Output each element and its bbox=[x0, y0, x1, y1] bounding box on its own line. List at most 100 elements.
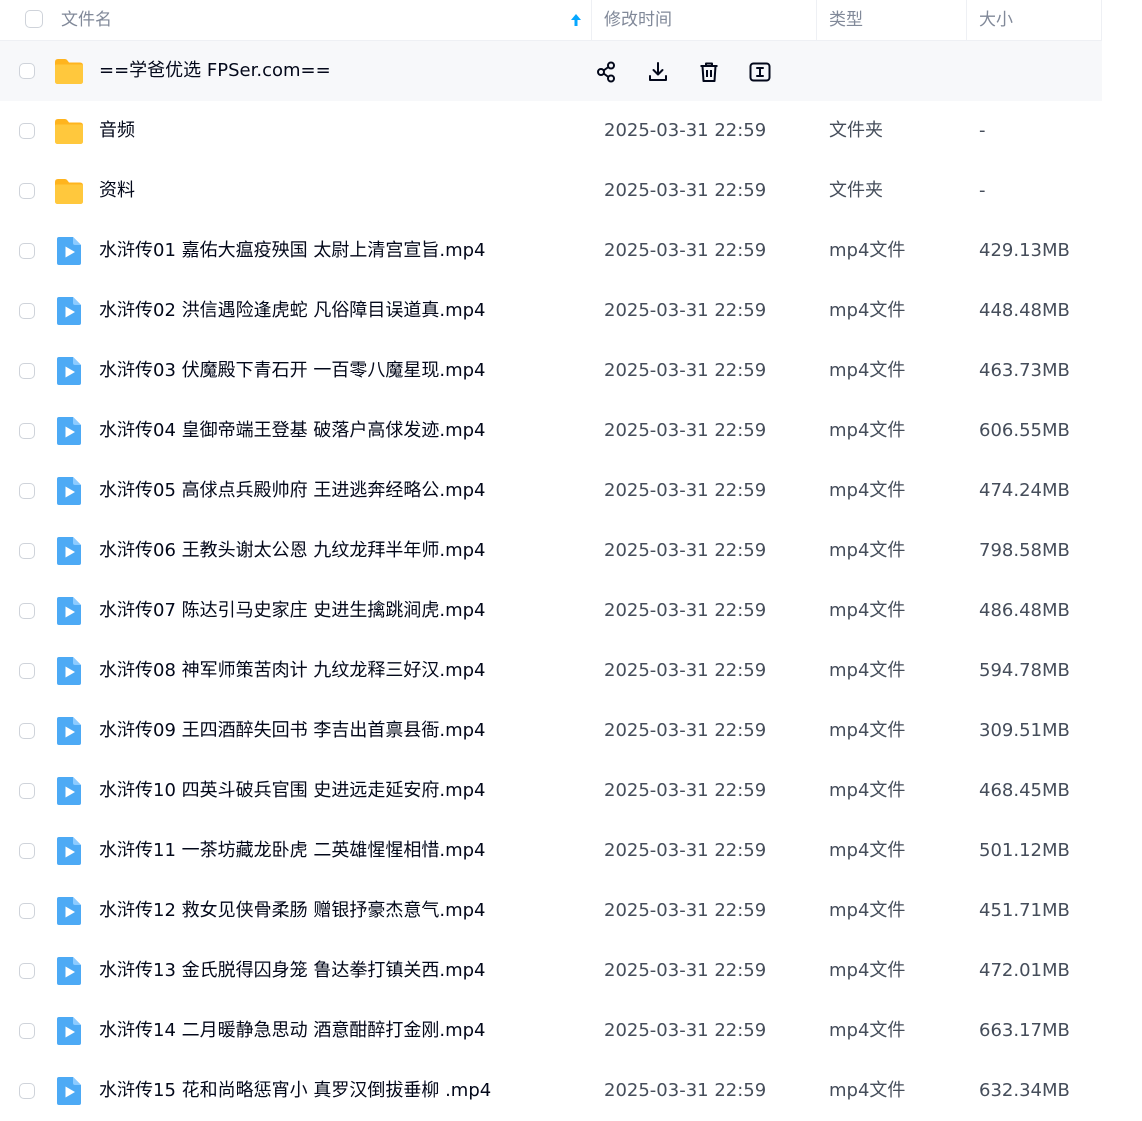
row-checkbox[interactable] bbox=[19, 183, 35, 199]
table-row[interactable]: 水浒传11 一茶坊藏龙卧虎 二英雄惺惺相惜.mp4 2025-03-31 22:5… bbox=[0, 821, 1102, 881]
modified-time: 2025-03-31 22:59 bbox=[604, 180, 767, 201]
table-row[interactable]: 水浒传10 四英斗破兵官围 史进远走延安府.mp4 2025-03-31 22:5… bbox=[0, 761, 1102, 821]
file-name[interactable]: 音频 bbox=[99, 101, 135, 161]
table-row[interactable]: 水浒传15 花和尚略惩宵小 真罗汉倒拔垂柳 .mp4 2025-03-31 22:… bbox=[0, 1061, 1102, 1121]
table-row[interactable]: 水浒传02 洪信遇险逢虎蛇 凡俗障目误道真.mp4 2025-03-31 22:5… bbox=[0, 281, 1102, 341]
file-name[interactable]: 水浒传15 花和尚略惩宵小 真罗汉倒拔垂柳 .mp4 bbox=[99, 1061, 491, 1121]
video-file-icon bbox=[53, 955, 85, 987]
column-header-modified[interactable]: 修改时间 bbox=[604, 0, 672, 40]
table-row[interactable]: 资料 2025-03-31 22:59 文件夹 - bbox=[0, 161, 1102, 221]
file-size: 663.17MB bbox=[979, 1020, 1070, 1041]
file-size: 474.24MB bbox=[979, 480, 1070, 501]
file-name[interactable]: 水浒传12 救女见侠骨柔肠 赠银抒豪杰意气.mp4 bbox=[99, 881, 485, 941]
table-header: 文件名 修改时间 类型 大小 bbox=[0, 0, 1102, 41]
table-row[interactable]: 水浒传12 救女见侠骨柔肠 赠银抒豪杰意气.mp4 2025-03-31 22:5… bbox=[0, 881, 1102, 941]
row-checkbox[interactable] bbox=[19, 903, 35, 919]
modified-time: 2025-03-31 22:59 bbox=[604, 1020, 767, 1041]
column-header-name[interactable]: 文件名 bbox=[61, 0, 112, 40]
file-name[interactable]: 水浒传07 陈达引马史家庄 史进生擒跳涧虎.mp4 bbox=[99, 581, 485, 641]
file-name[interactable]: 水浒传02 洪信遇险逢虎蛇 凡俗障目误道真.mp4 bbox=[99, 281, 485, 341]
row-checkbox[interactable] bbox=[19, 303, 35, 319]
row-checkbox[interactable] bbox=[19, 123, 35, 139]
row-checkbox[interactable] bbox=[19, 63, 35, 79]
file-size: 463.73MB bbox=[979, 360, 1070, 381]
file-type: mp4文件 bbox=[829, 900, 906, 921]
row-checkbox[interactable] bbox=[19, 1083, 35, 1099]
file-name[interactable]: 资料 bbox=[99, 161, 135, 221]
column-divider[interactable] bbox=[816, 0, 817, 40]
row-checkbox[interactable] bbox=[19, 543, 35, 559]
share-icon[interactable] bbox=[594, 59, 620, 85]
column-divider[interactable] bbox=[591, 0, 592, 40]
file-type: mp4文件 bbox=[829, 780, 906, 801]
file-type: 文件夹 bbox=[829, 120, 883, 141]
download-icon[interactable] bbox=[645, 59, 671, 85]
table-row[interactable]: ==学爸优选 FPSer.com== bbox=[0, 41, 1102, 101]
select-all-checkbox[interactable] bbox=[25, 10, 43, 28]
row-checkbox[interactable] bbox=[19, 963, 35, 979]
row-checkbox[interactable] bbox=[19, 603, 35, 619]
file-size: 468.45MB bbox=[979, 780, 1070, 801]
file-type: mp4文件 bbox=[829, 540, 906, 561]
column-header-type[interactable]: 类型 bbox=[829, 0, 863, 40]
file-type: mp4文件 bbox=[829, 660, 906, 681]
table-row[interactable]: 水浒传06 王教头谢太公恩 九纹龙拜半年师.mp4 2025-03-31 22:5… bbox=[0, 521, 1102, 581]
folder-icon bbox=[53, 115, 85, 147]
table-row[interactable]: 水浒传13 金氏脱得囚身笼 鲁达拳打镇关西.mp4 2025-03-31 22:5… bbox=[0, 941, 1102, 1001]
file-name[interactable]: 水浒传13 金氏脱得囚身笼 鲁达拳打镇关西.mp4 bbox=[99, 941, 485, 1001]
row-checkbox[interactable] bbox=[19, 723, 35, 739]
file-name[interactable]: 水浒传01 嘉佑大瘟疫殃国 太尉上清宫宣旨.mp4 bbox=[99, 221, 485, 281]
column-header-size[interactable]: 大小 bbox=[979, 0, 1013, 40]
table-row[interactable]: 水浒传03 伏魔殿下青石开 一百零八魔星现.mp4 2025-03-31 22:5… bbox=[0, 341, 1102, 401]
row-checkbox[interactable] bbox=[19, 783, 35, 799]
table-row[interactable]: 水浒传14 二月暖静急思动 酒意酣醉打金刚.mp4 2025-03-31 22:5… bbox=[0, 1001, 1102, 1061]
row-checkbox[interactable] bbox=[19, 243, 35, 259]
file-type: 文件夹 bbox=[829, 180, 883, 201]
rename-icon[interactable] bbox=[747, 59, 773, 85]
file-name[interactable]: 水浒传05 高俅点兵殿帅府 王进逃奔经略公.mp4 bbox=[99, 461, 485, 521]
modified-time: 2025-03-31 22:59 bbox=[604, 900, 767, 921]
file-name[interactable]: ==学爸优选 FPSer.com== bbox=[99, 41, 331, 101]
row-checkbox[interactable] bbox=[19, 1023, 35, 1039]
file-size: 429.13MB bbox=[979, 240, 1070, 261]
file-name[interactable]: 水浒传08 神军师策苦肉计 九纹龙释三好汉.mp4 bbox=[99, 641, 485, 701]
row-checkbox[interactable] bbox=[19, 663, 35, 679]
modified-time: 2025-03-31 22:59 bbox=[604, 540, 767, 561]
file-type: mp4文件 bbox=[829, 1020, 906, 1041]
delete-icon[interactable] bbox=[696, 59, 722, 85]
modified-time: 2025-03-31 22:59 bbox=[604, 840, 767, 861]
file-name[interactable]: 水浒传04 皇御帝端王登基 破落户高俅发迹.mp4 bbox=[99, 401, 485, 461]
modified-time: 2025-03-31 22:59 bbox=[604, 120, 767, 141]
video-file-icon bbox=[53, 715, 85, 747]
table-row[interactable]: 水浒传01 嘉佑大瘟疫殃国 太尉上清宫宣旨.mp4 2025-03-31 22:5… bbox=[0, 221, 1102, 281]
file-name[interactable]: 水浒传14 二月暖静急思动 酒意酣醉打金刚.mp4 bbox=[99, 1001, 485, 1061]
modified-time: 2025-03-31 22:59 bbox=[604, 780, 767, 801]
row-checkbox[interactable] bbox=[19, 423, 35, 439]
column-divider[interactable] bbox=[966, 0, 967, 40]
table-row[interactable]: 水浒传04 皇御帝端王登基 破落户高俅发迹.mp4 2025-03-31 22:5… bbox=[0, 401, 1102, 461]
video-file-icon bbox=[53, 415, 85, 447]
file-type: mp4文件 bbox=[829, 720, 906, 741]
table-row[interactable]: 水浒传05 高俅点兵殿帅府 王进逃奔经略公.mp4 2025-03-31 22:5… bbox=[0, 461, 1102, 521]
modified-time: 2025-03-31 22:59 bbox=[604, 960, 767, 981]
table-row[interactable]: 水浒传07 陈达引马史家庄 史进生擒跳涧虎.mp4 2025-03-31 22:5… bbox=[0, 581, 1102, 641]
table-row[interactable]: 水浒传08 神军师策苦肉计 九纹龙释三好汉.mp4 2025-03-31 22:5… bbox=[0, 641, 1102, 701]
file-type: mp4文件 bbox=[829, 600, 906, 621]
file-name[interactable]: 水浒传11 一茶坊藏龙卧虎 二英雄惺惺相惜.mp4 bbox=[99, 821, 485, 881]
file-size: - bbox=[979, 180, 986, 201]
row-checkbox[interactable] bbox=[19, 843, 35, 859]
file-name[interactable]: 水浒传09 王四酒醉失回书 李吉出首禀县衙.mp4 bbox=[99, 701, 485, 761]
file-name[interactable]: 水浒传10 四英斗破兵官围 史进远走延安府.mp4 bbox=[99, 761, 485, 821]
file-type: mp4文件 bbox=[829, 420, 906, 441]
sort-ascending-icon[interactable] bbox=[570, 12, 582, 28]
table-row[interactable]: 水浒传09 王四酒醉失回书 李吉出首禀县衙.mp4 2025-03-31 22:5… bbox=[0, 701, 1102, 761]
table-row[interactable]: 音频 2025-03-31 22:59 文件夹 - bbox=[0, 101, 1102, 161]
modified-time: 2025-03-31 22:59 bbox=[604, 360, 767, 381]
row-checkbox[interactable] bbox=[19, 363, 35, 379]
file-size: 798.58MB bbox=[979, 540, 1070, 561]
modified-time: 2025-03-31 22:59 bbox=[604, 480, 767, 501]
file-name[interactable]: 水浒传03 伏魔殿下青石开 一百零八魔星现.mp4 bbox=[99, 341, 485, 401]
file-name[interactable]: 水浒传06 王教头谢太公恩 九纹龙拜半年师.mp4 bbox=[99, 521, 485, 581]
modified-time: 2025-03-31 22:59 bbox=[604, 600, 767, 621]
row-checkbox[interactable] bbox=[19, 483, 35, 499]
